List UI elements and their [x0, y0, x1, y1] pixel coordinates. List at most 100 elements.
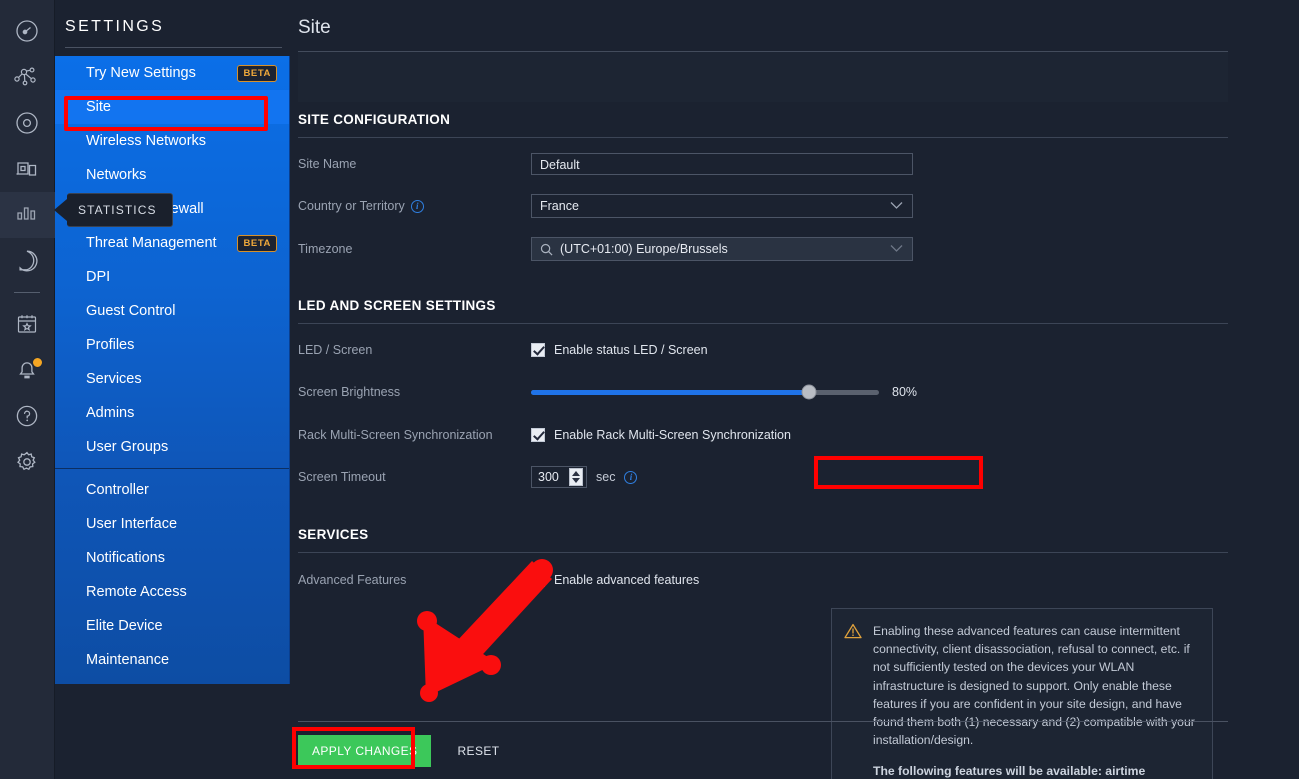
- advanced-features-checkbox[interactable]: [531, 573, 545, 587]
- footer-actions: APPLY CHANGES RESET EXPORT SITE: [298, 722, 1299, 779]
- sidebar-group-divider: [55, 468, 289, 469]
- stepper-arrows[interactable]: [569, 468, 583, 486]
- apply-changes-button[interactable]: APPLY CHANGES: [298, 735, 431, 767]
- row-screen-brightness: Screen Brightness 80%: [298, 374, 1299, 410]
- sidebar-item-remote-access[interactable]: Remote Access: [55, 575, 289, 609]
- stepper-up-icon[interactable]: [572, 471, 580, 476]
- tooltip-label: STATISTICS: [67, 193, 173, 227]
- led-screen-label: LED / Screen: [298, 343, 531, 357]
- slider-knob[interactable]: [802, 385, 817, 400]
- settings-panel-title: SETTINGS: [55, 18, 290, 36]
- sidebar-item-notifications[interactable]: Notifications: [55, 541, 289, 575]
- settings-icon[interactable]: [0, 439, 55, 485]
- row-rack-sync: Rack Multi-Screen Synchronization Enable…: [298, 417, 1299, 453]
- screen-timeout-stepper[interactable]: 300: [531, 466, 587, 488]
- sidebar-item-profiles[interactable]: Profiles: [55, 328, 289, 362]
- screen-timeout-unit: sec: [596, 470, 615, 484]
- sidebar-item-networks[interactable]: Networks: [55, 158, 289, 192]
- info-icon[interactable]: i: [411, 200, 424, 213]
- country-select[interactable]: France: [531, 194, 913, 218]
- rack-sync-checkbox[interactable]: [531, 428, 545, 442]
- sidebar-item-services[interactable]: Services: [55, 362, 289, 396]
- slider-fill: [531, 390, 809, 395]
- devices-icon[interactable]: [0, 100, 55, 146]
- statistics-icon[interactable]: [0, 192, 55, 238]
- sidebar-item-label: Services: [86, 371, 289, 387]
- settings-title-divider: [65, 47, 282, 48]
- settings-nav-list: Try New Settings BETA Site Wireless Netw…: [55, 56, 290, 684]
- sidebar-item-user-interface[interactable]: User Interface: [55, 507, 289, 541]
- sidebar-item-label: Networks: [86, 167, 289, 183]
- sidebar-item-admins[interactable]: Admins: [55, 396, 289, 430]
- sidebar-item-site[interactable]: Site: [55, 90, 289, 124]
- info-icon[interactable]: i: [624, 471, 637, 484]
- screen-timeout-field[interactable]: 300 sec i: [531, 466, 637, 488]
- app-root: SETTINGS Try New Settings BETA Site Wire…: [0, 0, 1299, 779]
- led-screen-checkbox-label: Enable status LED / Screen: [554, 343, 708, 357]
- site-name-field[interactable]: Default: [531, 153, 913, 175]
- search-icon: [540, 243, 553, 256]
- sidebar-item-controller[interactable]: Controller: [55, 473, 289, 507]
- sidebar-item-label: Controller: [86, 482, 289, 498]
- country-select-value: France: [540, 199, 579, 213]
- sidebar-item-label: Elite Device: [86, 618, 289, 634]
- section-heading-services: SERVICES: [298, 517, 1299, 542]
- site-name-input[interactable]: Default: [531, 153, 913, 175]
- rack-sync-label: Rack Multi-Screen Synchronization: [298, 428, 531, 442]
- topology-icon[interactable]: [0, 54, 55, 100]
- sidebar-item-label: User Groups: [86, 439, 289, 455]
- screen-timeout-label: Screen Timeout: [298, 470, 531, 484]
- sidebar-item-guest-control[interactable]: Guest Control: [55, 294, 289, 328]
- events-icon[interactable]: [0, 301, 55, 347]
- sidebar-item-label: Admins: [86, 405, 289, 421]
- reset-button[interactable]: RESET: [457, 744, 499, 758]
- settings-sidebar: SETTINGS Try New Settings BETA Site Wire…: [55, 0, 290, 779]
- sidebar-item-label: Wireless Networks: [86, 133, 289, 149]
- notification-badge-dot: [32, 357, 43, 368]
- led-screen-checkbox[interactable]: [531, 343, 545, 357]
- insights-icon[interactable]: [0, 238, 55, 284]
- row-timezone: Timezone (UTC+01:00) Europe/Brussels: [298, 231, 1299, 267]
- screen-timeout-value[interactable]: 300: [538, 470, 569, 484]
- sidebar-item-maintenance[interactable]: Maintenance: [55, 643, 289, 677]
- timezone-select[interactable]: (UTC+01:00) Europe/Brussels: [531, 237, 913, 261]
- settings-form: SITE CONFIGURATION Site Name Default Cou…: [298, 102, 1299, 779]
- clients-icon[interactable]: [0, 146, 55, 192]
- beta-badge: BETA: [237, 65, 277, 82]
- sidebar-item-backup[interactable]: Backup: [55, 677, 289, 684]
- advanced-features-label: Advanced Features: [298, 573, 531, 587]
- sidebar-item-label: DPI: [86, 269, 289, 285]
- section-divider: [298, 323, 1228, 324]
- advanced-features-checkbox-wrap[interactable]: Enable advanced features: [531, 573, 699, 587]
- rail-divider: [14, 292, 40, 293]
- site-name-label: Site Name: [298, 157, 531, 171]
- country-field[interactable]: France: [531, 194, 913, 218]
- sidebar-item-dpi[interactable]: DPI: [55, 260, 289, 294]
- screen-brightness-value: 80%: [892, 385, 917, 399]
- stepper-down-icon[interactable]: [572, 478, 580, 483]
- row-site-name: Site Name Default: [298, 146, 1299, 182]
- timezone-select-value: (UTC+01:00) Europe/Brussels: [560, 242, 728, 256]
- led-screen-checkbox-wrap[interactable]: Enable status LED / Screen: [531, 343, 708, 357]
- section-heading-site-configuration: SITE CONFIGURATION: [298, 102, 1299, 127]
- advanced-features-checkbox-label: Enable advanced features: [554, 573, 699, 587]
- sidebar-item-user-groups[interactable]: User Groups: [55, 430, 289, 464]
- rack-sync-checkbox-wrap[interactable]: Enable Rack Multi-Screen Synchronization: [531, 428, 791, 442]
- timezone-field[interactable]: (UTC+01:00) Europe/Brussels: [531, 237, 913, 261]
- dashboard-icon[interactable]: [0, 8, 55, 54]
- screen-brightness-slider[interactable]: [531, 390, 879, 395]
- main-content: Site SITE CONFIGURATION Site Name Defaul…: [290, 0, 1299, 779]
- screen-brightness-field[interactable]: 80%: [531, 385, 917, 399]
- row-advanced-features: Advanced Features Enable advanced featur…: [298, 562, 1299, 598]
- sidebar-item-wireless-networks[interactable]: Wireless Networks: [55, 124, 289, 158]
- form-footer: APPLY CHANGES RESET EXPORT SITE: [298, 721, 1299, 779]
- help-icon[interactable]: [0, 393, 55, 439]
- notifications-icon[interactable]: [0, 347, 55, 393]
- section-divider: [298, 137, 1228, 138]
- sidebar-item-threat-management[interactable]: Threat Management BETA: [55, 226, 289, 260]
- sidebar-item-try-new-settings[interactable]: Try New Settings BETA: [55, 56, 289, 90]
- sidebar-item-elite-device[interactable]: Elite Device: [55, 609, 289, 643]
- chevron-down-icon: [890, 242, 903, 256]
- rack-sync-checkbox-label: Enable Rack Multi-Screen Synchronization: [554, 428, 791, 442]
- hero-strip: [298, 52, 1228, 102]
